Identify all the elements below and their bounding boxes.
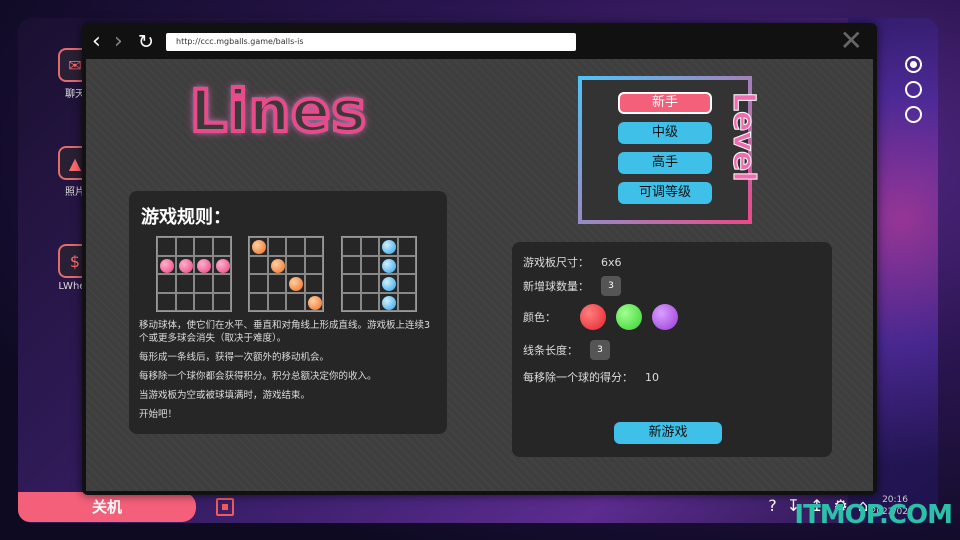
color-green[interactable]	[616, 304, 642, 330]
demo-ball	[382, 240, 396, 254]
page-indicator	[905, 56, 922, 123]
rules-panel: 游戏规则： 移动球体，使它们在水平、垂直和对角线上形成直线。游戏板上连续3个或更…	[129, 191, 447, 434]
demo-ball	[197, 258, 211, 273]
level-expert-button[interactable]: 高手	[618, 152, 712, 174]
shutdown-button[interactable]: 关机	[18, 492, 196, 522]
level-custom-button[interactable]: 可调等级	[618, 182, 712, 204]
game-area: Lines 新手 中级 高手 可调等级 Level 游戏规则： 移动球体，使它们…	[86, 59, 873, 491]
new-balls-row: 新增球数量： 3	[523, 276, 621, 296]
color-purple[interactable]	[652, 304, 678, 330]
level-beginner-button[interactable]: 新手	[618, 92, 712, 114]
line-length-label: 线条长度：	[523, 344, 578, 357]
watermark: ITMOP.COM	[794, 500, 953, 530]
page-dot-3[interactable]	[905, 106, 922, 123]
demo-ball	[382, 295, 396, 310]
board-size-label: 游戏板尺寸：	[523, 256, 589, 269]
forward-icon[interactable]: ›	[114, 31, 123, 53]
color-red[interactable]	[580, 304, 606, 330]
demo-ball	[160, 258, 174, 273]
new-balls-label: 新增球数量：	[523, 280, 589, 293]
new-balls-value[interactable]: 3	[601, 276, 621, 296]
rule-paragraph: 移动球体，使它们在水平、垂直和对角线上形成直线。游戏板上连续3个或更多球会消失（…	[139, 320, 431, 344]
new-game-button[interactable]: 新游戏	[614, 422, 722, 444]
rules-text: 移动球体，使它们在水平、垂直和对角线上形成直线。游戏板上连续3个或更多球会消失（…	[139, 319, 439, 427]
demo-ball	[178, 258, 193, 273]
line-length-value[interactable]: 3	[590, 340, 610, 360]
page-dot-2[interactable]	[905, 81, 922, 98]
line-length-row: 线条长度： 3	[523, 340, 610, 360]
demo-grid-horizontal	[156, 236, 232, 312]
refresh-icon[interactable]: ↻	[138, 31, 154, 53]
points-value: 10	[645, 370, 659, 384]
close-icon[interactable]: ✕	[840, 27, 863, 55]
demo-grid-vertical	[341, 236, 417, 312]
lines-app-icon[interactable]	[216, 498, 234, 516]
back-icon[interactable]: ‹	[92, 31, 101, 53]
demo-ball	[270, 258, 285, 273]
colors-row: 颜色：	[523, 304, 688, 330]
colors-label: 颜色：	[523, 311, 556, 324]
points-row: 每移除一个球的得分： 10	[523, 369, 659, 385]
game-logo: Lines	[188, 75, 368, 147]
demo-ball	[307, 295, 322, 310]
rule-paragraph: 每移除一个球你都会获得积分。积分总额决定你的收入。	[139, 371, 377, 382]
page-dot-1[interactable]	[905, 56, 922, 73]
level-panel: 新手 中级 高手 可调等级 Level	[578, 76, 762, 224]
level-intermediate-button[interactable]: 中级	[618, 122, 712, 144]
level-title: Level	[726, 92, 762, 183]
rule-paragraph: 每形成一条线后，获得一次额外的移动机会。	[139, 352, 330, 363]
demo-ball	[382, 277, 396, 291]
demo-ball	[289, 277, 303, 291]
demo-ball	[382, 258, 396, 273]
demo-grid-diagonal	[248, 236, 324, 312]
rule-paragraph: 当游戏板为空或被球填满时，游戏结束。	[139, 390, 311, 401]
rule-paragraph: 开始吧！	[139, 409, 178, 420]
demo-ball	[252, 240, 266, 254]
rules-title: 游戏规则：	[141, 207, 231, 228]
board-size-value: 6x6	[601, 255, 622, 269]
help-icon[interactable]: ?	[768, 496, 777, 515]
address-bar[interactable]: http://ccc.mgballs.game/balls-is	[166, 33, 576, 51]
demo-ball	[215, 258, 230, 273]
points-label: 每移除一个球的得分：	[523, 371, 633, 384]
board-size-row: 游戏板尺寸： 6x6	[523, 254, 622, 270]
browser-window: ‹ › ↻ http://ccc.mgballs.game/balls-is ✕…	[82, 23, 877, 495]
settings-panel: 游戏板尺寸： 6x6 新增球数量： 3 颜色： 线条长度： 3 每移除一个球的得…	[512, 242, 832, 457]
